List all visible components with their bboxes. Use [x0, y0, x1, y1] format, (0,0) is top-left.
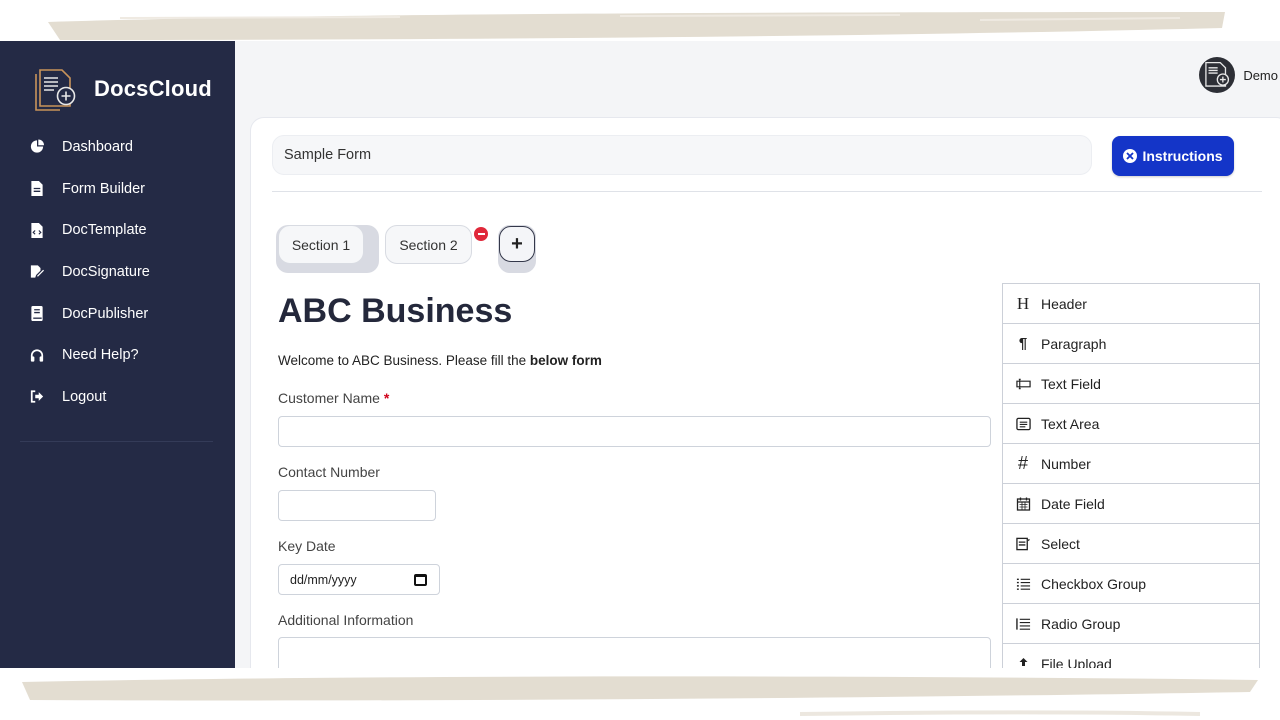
sidebar-item-label: DocSignature: [62, 263, 150, 280]
hash-icon: #: [1017, 453, 1028, 473]
docscloud-logo-icon: [35, 69, 76, 111]
palette-item-label: Date Field: [1041, 495, 1105, 512]
sidebar-item-docpublisher[interactable]: DocPublisher: [0, 293, 235, 335]
calendar-picker-icon[interactable]: [414, 573, 427, 586]
palette-item-label: Text Area: [1041, 415, 1100, 432]
sidebar-item-logout[interactable]: Logout: [0, 376, 235, 418]
customer-name-input[interactable]: [278, 416, 991, 447]
form-heading: ABC Business: [278, 292, 513, 330]
required-mark: *: [383, 390, 390, 406]
app-window: DocsCloud Dashboard Form Builder DocTemp…: [0, 41, 1280, 680]
palette-item-text-area[interactable]: Text Area: [1003, 404, 1259, 444]
checkbox-list-icon: [1015, 577, 1031, 591]
logout-icon: [30, 389, 44, 405]
form-builder-card: Sample Form Instructions Section 1 Secti…: [250, 117, 1280, 680]
brand[interactable]: DocsCloud: [34, 66, 212, 112]
sidebar-item-label: Dashboard: [62, 138, 133, 155]
sidebar: DocsCloud Dashboard Form Builder DocTemp…: [0, 41, 235, 680]
avatar[interactable]: [1199, 57, 1236, 93]
form-welcome-text: Welcome to ABC Business. Please fill the…: [278, 353, 602, 368]
customer-name-label: Customer Name *: [278, 390, 389, 406]
welcome-bold-text: below form: [529, 353, 602, 368]
sidebar-item-dashboard[interactable]: Dashboard: [0, 126, 235, 168]
calendar-icon: [1015, 497, 1031, 511]
remove-section-icon[interactable]: [474, 227, 488, 241]
palette-item-date-field[interactable]: Date Field: [1003, 484, 1259, 524]
sidebar-item-docsignature[interactable]: DocSignature: [0, 251, 235, 293]
sidebar-item-label: Form Builder: [62, 180, 145, 197]
palette-item-label: Checkbox Group: [1041, 575, 1147, 592]
sidebar-divider: [20, 441, 213, 442]
palette-item-paragraph[interactable]: ¶ Paragraph: [1003, 324, 1259, 364]
header-icon: H: [1016, 293, 1030, 313]
form-title-input[interactable]: Sample Form: [272, 135, 1092, 175]
palette-item-label: File Upload: [1041, 656, 1112, 672]
brand-name: DocsCloud: [94, 76, 212, 101]
select-icon: [1015, 537, 1031, 551]
palette-item-header[interactable]: H Header: [1003, 284, 1259, 324]
text-area-icon: [1015, 417, 1031, 431]
welcome-text: Welcome to ABC Business. Please fill the: [278, 353, 530, 368]
key-date-input[interactable]: dd/mm/yyyy: [278, 564, 440, 595]
palette-item-text-field[interactable]: Text Field: [1003, 364, 1259, 404]
sidebar-nav: Dashboard Form Builder DocTemplate DocSi…: [0, 126, 235, 418]
close-circle-icon: [1123, 149, 1138, 163]
paragraph-icon: ¶: [1018, 335, 1028, 352]
add-section-button[interactable]: +: [499, 226, 535, 262]
palette-item-label: Number: [1041, 455, 1091, 472]
signature-icon: [30, 264, 44, 280]
palette-item-radio-group[interactable]: Radio Group: [1003, 604, 1259, 644]
sidebar-item-form-builder[interactable]: Form Builder: [0, 168, 235, 210]
tab-section-1[interactable]: Section 1: [278, 225, 364, 264]
palette-item-label: Select: [1041, 535, 1080, 552]
radio-list-icon: [1015, 617, 1031, 631]
contact-number-label: Contact Number: [278, 464, 380, 480]
palette-item-number[interactable]: # Number: [1003, 444, 1259, 484]
customer-name-label-text: Customer Name: [278, 390, 380, 406]
pie-chart-icon: [30, 139, 44, 155]
sidebar-item-label: Logout: [62, 388, 107, 405]
additional-info-textarea[interactable]: [278, 637, 991, 680]
instructions-button[interactable]: Instructions: [1112, 136, 1234, 176]
palette-item-label: Header: [1041, 295, 1087, 312]
user-name[interactable]: Demo: [1243, 68, 1278, 83]
contact-number-input[interactable]: [278, 490, 436, 521]
palette-item-label: Paragraph: [1041, 335, 1107, 352]
header-divider: [272, 191, 1262, 192]
additional-info-label: Additional Information: [278, 612, 414, 628]
text-field-icon: [1015, 377, 1031, 391]
palette-item-label: Radio Group: [1041, 615, 1121, 632]
tab-section-2[interactable]: Section 2: [385, 225, 472, 264]
upload-icon: [1015, 657, 1031, 671]
file-icon: [30, 181, 44, 197]
palette-item-select[interactable]: Select: [1003, 524, 1259, 564]
palette-item-label: Text Field: [1041, 375, 1101, 392]
sidebar-item-label: DocTemplate: [62, 222, 147, 239]
sidebar-item-label: Need Help?: [62, 347, 139, 364]
headphones-icon: [30, 347, 44, 363]
field-palette: H Header ¶ Paragraph Text Field Text Are…: [1002, 283, 1260, 680]
sidebar-item-need-help[interactable]: Need Help?: [0, 334, 235, 376]
date-placeholder: dd/mm/yyyy: [290, 572, 357, 587]
sidebar-item-label: DocPublisher: [62, 305, 149, 322]
user-avatar-icon: [1205, 61, 1230, 87]
palette-item-file-upload[interactable]: File Upload: [1003, 644, 1259, 680]
user-menu[interactable]: Demo: [1199, 57, 1280, 93]
book-icon: [30, 306, 44, 322]
file-code-icon: [30, 222, 44, 238]
instructions-label: Instructions: [1142, 148, 1223, 164]
palette-item-checkbox-group[interactable]: Checkbox Group: [1003, 564, 1259, 604]
key-date-label: Key Date: [278, 538, 336, 554]
sidebar-item-doctemplate[interactable]: DocTemplate: [0, 209, 235, 251]
